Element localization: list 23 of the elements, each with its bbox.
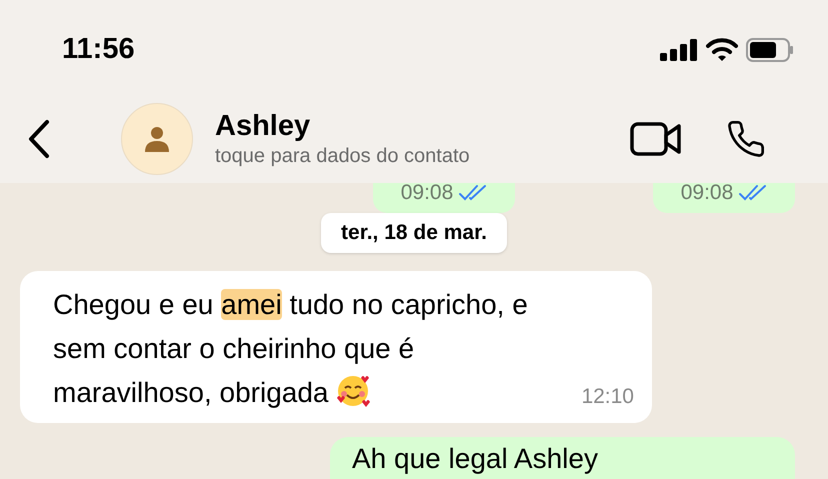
status-time: 11:56 [62,32,135,67]
smiling-face-hearts-icon [336,374,370,408]
message-bubble[interactable]: 09:08 [653,183,795,213]
battery-icon [746,38,794,62]
back-icon [27,119,51,159]
contact-subtitle[interactable]: toque para dados do contato [215,143,630,169]
video-camera-icon [630,122,682,156]
person-icon [144,126,170,152]
phone-icon [726,119,766,159]
message-bubble[interactable]: Chegou e eu amei tudo no capricho, e sem contar o cheirinho que é maravilhoso, obrigada 12:10 [20,270,652,422]
message-time: 09:08 [400,183,454,206]
message-text: Ah que legal Ashley [352,442,599,474]
message-time: 12:10 [581,384,634,410]
video-call-button[interactable] [630,122,682,156]
message-bubble[interactable]: 09:08 [373,183,515,213]
voice-call-button[interactable] [726,119,766,159]
signal-icon [660,38,698,60]
message-time: 09:08 [680,183,734,206]
message-bubble[interactable]: Ah que legal Ashley [330,436,795,479]
date-divider: ter., 18 de mar. [321,213,507,252]
message-text: Chegou e eu amei tudo no capricho, e sem contar o cheirinho que é maravilhoso, obrigada [53,288,529,410]
wifi-icon [706,38,738,62]
contact-name[interactable]: Ashley [215,109,630,143]
